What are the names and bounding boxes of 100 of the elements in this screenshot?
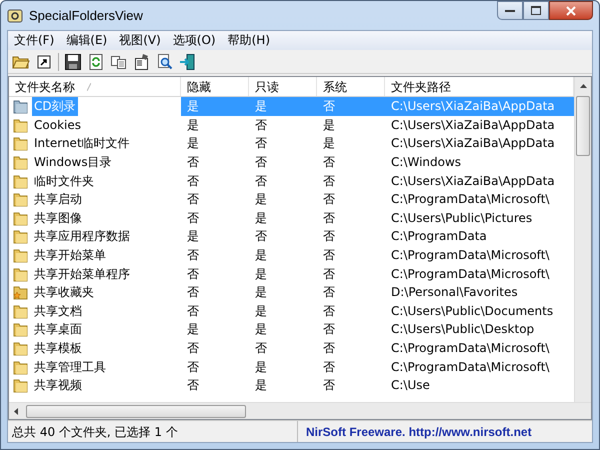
table-cell-text: 否: [322, 172, 336, 190]
refresh-button[interactable]: [87, 52, 105, 70]
table-row[interactable]: 临时文件夹 否 否 否 C:\Users\XiaZaiBa\AppData: [9, 171, 574, 190]
table-cell-text: 是: [254, 191, 268, 208]
folder-icon: [13, 135, 28, 152]
folder-icon: [13, 358, 28, 375]
scroll-left-icon: [14, 408, 18, 414]
table-cell-text: C:\Users\XiaZaiBa\AppData: [390, 116, 556, 134]
vertical-scrollbar[interactable]: [574, 77, 591, 402]
table-row[interactable]: 共享收藏夹 否 是 否 D:\Personal\Favorites: [9, 282, 574, 302]
folder-icon: [13, 302, 28, 319]
table-cell-text: 是: [254, 358, 268, 376]
menu-item[interactable]: 选项(O): [166, 31, 222, 50]
table-row[interactable]: 共享视频 否 是 否 C:\Use: [9, 376, 574, 394]
table-cell-text: 共享文档: [33, 302, 83, 320]
table-cell-text: D:\Personal\Favorites: [390, 284, 519, 302]
table-cell-text: 否: [186, 191, 200, 208]
table-cell-text: 是: [254, 266, 268, 283]
table-cell-text: 否: [186, 340, 200, 358]
table-cell-text: Windows目录: [33, 154, 113, 172]
table-cell-text: 共享应用程序数据: [33, 228, 131, 246]
table-row[interactable]: Windows目录 否 否 否 C:\Windows: [9, 152, 574, 172]
save-button[interactable]: [64, 52, 82, 70]
table-cell-text: 否: [186, 358, 200, 376]
menu-item[interactable]: 帮助(H): [222, 31, 276, 50]
table-cell-text: 是: [254, 302, 268, 320]
table-row[interactable]: 共享桌面 是 是 否 C:\Users\Public\Desktop: [9, 320, 574, 339]
scroll-thumb[interactable]: [576, 96, 590, 156]
table-cell-text: 是: [322, 135, 336, 152]
table-cell-text: 否: [254, 228, 268, 246]
folder-icon: [13, 116, 28, 133]
disc-folder-icon: [13, 98, 28, 114]
table-cell-text: 否: [186, 210, 200, 227]
table-cell-text: 共享开始菜单: [33, 247, 107, 264]
table-cell: 是: [181, 97, 249, 116]
table-cell-text: C:\ProgramData: [390, 228, 488, 246]
table-cell-text: 否: [322, 302, 336, 320]
table-cell: C:\Users\XiaZaiBa\AppData: [385, 97, 574, 116]
folder-icon: [13, 210, 28, 226]
table-cell-text: C:\Users\Public\Documents: [390, 302, 554, 320]
table-cell-text: 共享启动: [33, 191, 83, 208]
properties-button[interactable]: [133, 52, 151, 70]
table-cell-text: 否: [322, 154, 336, 172]
table-cell-text: 是: [254, 321, 268, 338]
menu-item[interactable]: 文件(F): [8, 31, 60, 50]
folder-icon: [13, 228, 28, 244]
table-cell-text: Internet临时文件: [33, 135, 131, 152]
horizontal-scrollbar[interactable]: [9, 402, 591, 419]
app-icon: [7, 8, 23, 22]
table-cell-text: 否: [322, 321, 336, 338]
close-icon: [566, 6, 576, 16]
credit-link[interactable]: NirSoft Freeware. http://www.nirsoft.net: [298, 422, 532, 440]
table-row[interactable]: Cookies 是 否 是 C:\Users\XiaZaiBa\AppData: [9, 116, 574, 134]
menu-item[interactable]: 编辑(E): [60, 31, 114, 50]
table-cell-text: C:\Windows: [390, 154, 462, 172]
scroll-up-icon: [580, 84, 586, 88]
table-row[interactable]: Internet临时文件 是 否 是 C:\Users\XiaZaiBa\AppData: [9, 134, 574, 153]
table-cell-text: 共享桌面: [33, 321, 83, 338]
table-cell-text: 否: [254, 172, 268, 190]
table-cell-text: C:\ProgramData\Microsoft\: [390, 247, 550, 264]
folder-icon: [13, 247, 28, 264]
table-cell-text: 共享管理工具: [33, 358, 107, 376]
table-cell-text: 是: [186, 228, 200, 246]
folder-icon: [13, 377, 28, 394]
table-cell-text: 否: [254, 340, 268, 358]
table-row[interactable]: 共享开始菜单 否 是 否 C:\ProgramData\Microsoft\: [9, 246, 574, 264]
maximize-button[interactable]: [523, 1, 549, 20]
folder-icon: [13, 191, 28, 208]
table-row[interactable]: 共享应用程序数据 是 否 否 C:\ProgramData: [9, 227, 574, 246]
table-row[interactable]: 共享管理工具 否 是 否 C:\ProgramData\Microsoft\: [9, 357, 574, 376]
table-cell-text: 否: [186, 284, 200, 302]
table-cell-text: Cookies: [33, 116, 82, 134]
table-cell-text: 否: [254, 154, 268, 172]
table-cell: CD刻录: [32, 97, 78, 116]
table-cell-text: 否: [186, 266, 200, 283]
minimize-button[interactable]: [497, 1, 523, 20]
close-button[interactable]: [549, 1, 593, 20]
table-row[interactable]: 共享开始菜单程序 否 是 否 C:\ProgramData\Microsoft\: [9, 264, 574, 283]
table-cell-text: 共享视频: [33, 377, 83, 394]
maximize-icon: [531, 6, 541, 15]
star-folder-icon: [13, 284, 28, 300]
table-cell-text: 否: [322, 210, 336, 227]
scroll-thumb[interactable]: [26, 404, 246, 418]
table-row[interactable]: 共享启动 否 是 否 C:\ProgramData\Microsoft\: [9, 190, 574, 209]
exit-button[interactable]: [179, 52, 197, 70]
table-cell-text: 共享收藏夹: [33, 284, 95, 302]
table-cell-text: 否: [186, 302, 200, 320]
table-cell-text: 共享图像: [33, 210, 83, 227]
table-row[interactable]: 共享文档 否 是 否 C:\Users\Public\Documents: [9, 302, 574, 320]
menu-item[interactable]: 视图(V): [113, 31, 167, 50]
table-cell-text: 否: [254, 116, 268, 134]
table-cell-text: 否: [254, 135, 268, 152]
folder-icon: [13, 266, 28, 282]
table-row[interactable]: 共享模板 否 否 否 C:\ProgramData\Microsoft\: [9, 338, 574, 358]
table-cell-text: C:\Users\XiaZaiBa\AppData: [390, 172, 556, 190]
search-button[interactable]: [156, 52, 174, 70]
shortcut-button[interactable]: [35, 52, 53, 70]
table-cell-text: 是: [254, 210, 268, 227]
table-cell-text: C:\Users\Public\Desktop: [390, 321, 536, 338]
table-row[interactable]: 共享图像 否 是 否 C:\Users\Public\Pictures: [9, 208, 574, 228]
